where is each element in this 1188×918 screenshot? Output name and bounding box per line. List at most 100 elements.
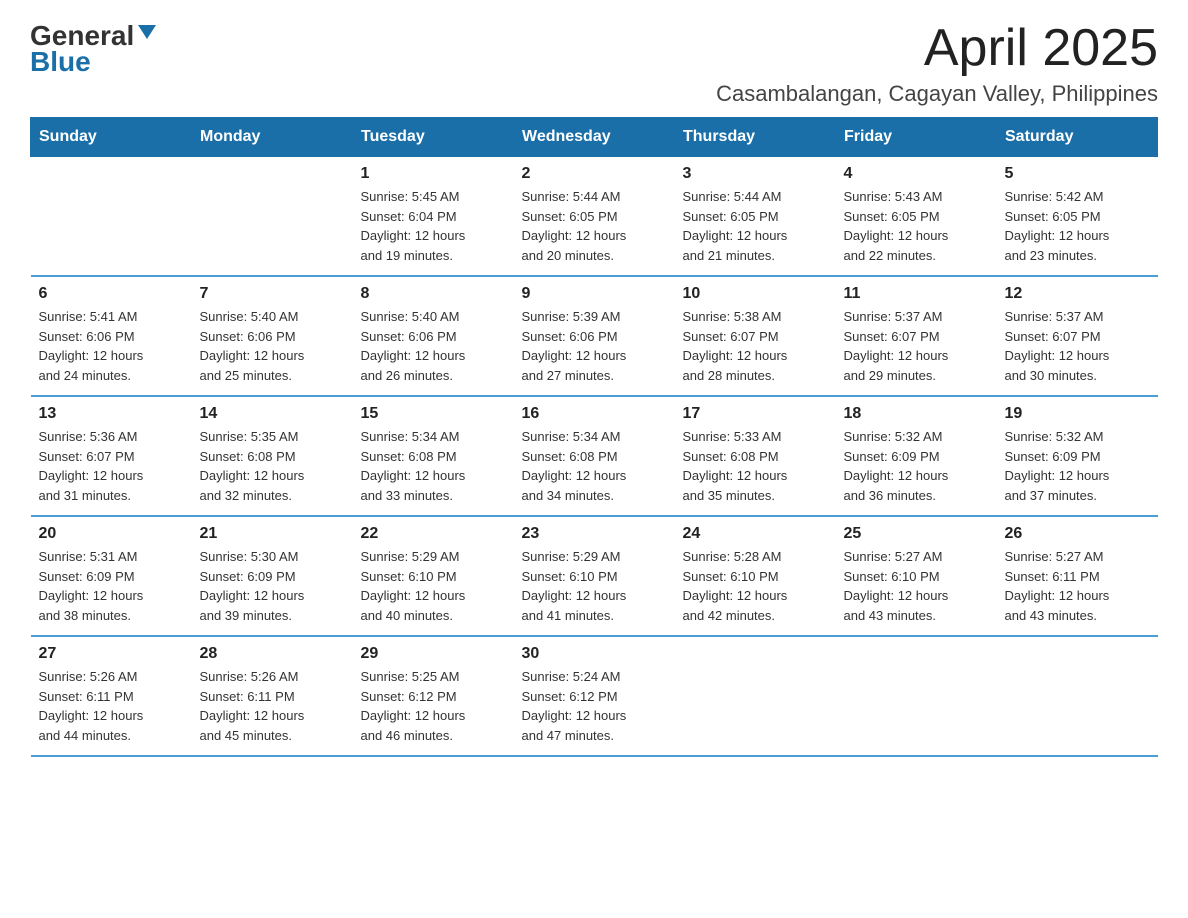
day-number: 6 [39,285,184,303]
day-info: Sunrise: 5:29 AM Sunset: 6:10 PM Dayligh… [361,547,506,625]
weekday-header-saturday: Saturday [997,118,1158,157]
calendar-cell: 27 Sunrise: 5:26 AM Sunset: 6:11 PM Dayli… [31,636,192,756]
calendar-cell: 20Sunrise: 5:31 AM Sunset: 6:09 PM Dayli… [31,516,192,636]
day-info: Sunrise: 5:32 AM Sunset: 6:09 PM Dayligh… [1005,427,1150,505]
day-info: Sunrise: 5:44 AM Sunset: 6:05 PM Dayligh… [522,187,667,265]
day-info: Sunrise: 5:44 AM Sunset: 6:05 PM Dayligh… [683,187,828,265]
calendar-cell: 30 Sunrise: 5:24 AM Sunset: 6:12 PM Dayli… [514,636,675,756]
day-info: Sunrise: 5:40 AM Sunset: 6:06 PM Dayligh… [361,307,506,385]
day-number: 30 [522,645,667,663]
calendar-week-row: 27 Sunrise: 5:26 AM Sunset: 6:11 PM Dayli… [31,636,1158,756]
day-info: Sunrise: 5:25 AM Sunset: 6:12 PM Dayligh… [361,667,506,745]
logo-blue-text: Blue [30,46,91,78]
calendar-cell: 14Sunrise: 5:35 AM Sunset: 6:08 PM Dayli… [192,396,353,516]
calendar-cell: 16 Sunrise: 5:34 AM Sunset: 6:08 PM Dayli… [514,396,675,516]
calendar-cell: 6 Sunrise: 5:41 AM Sunset: 6:06 PM Daylig… [31,276,192,396]
calendar-cell: 4 Sunrise: 5:43 AM Sunset: 6:05 PM Daylig… [836,157,997,277]
day-number: 21 [200,525,345,543]
day-number: 3 [683,165,828,183]
day-number: 4 [844,165,989,183]
calendar-cell: 22 Sunrise: 5:29 AM Sunset: 6:10 PM Dayli… [353,516,514,636]
calendar-cell: 13Sunrise: 5:36 AM Sunset: 6:07 PM Dayli… [31,396,192,516]
day-info: Sunrise: 5:34 AM Sunset: 6:08 PM Dayligh… [522,427,667,505]
day-number: 15 [361,405,506,423]
day-number: 10 [683,285,828,303]
calendar-cell: 15 Sunrise: 5:34 AM Sunset: 6:08 PM Dayli… [353,396,514,516]
calendar-cell [675,636,836,756]
calendar-cell [836,636,997,756]
logo: General Blue [30,20,158,78]
calendar-cell [31,157,192,277]
day-number: 8 [361,285,506,303]
day-number: 20 [39,525,184,543]
calendar-cell: 26Sunrise: 5:27 AM Sunset: 6:11 PM Dayli… [997,516,1158,636]
day-info: Sunrise: 5:26 AM Sunset: 6:11 PM Dayligh… [200,667,345,745]
day-number: 25 [844,525,989,543]
day-info: Sunrise: 5:41 AM Sunset: 6:06 PM Dayligh… [39,307,184,385]
day-number: 18 [844,405,989,423]
day-number: 9 [522,285,667,303]
weekday-header-monday: Monday [192,118,353,157]
day-info: Sunrise: 5:37 AM Sunset: 6:07 PM Dayligh… [844,307,989,385]
day-number: 28 [200,645,345,663]
weekday-header-friday: Friday [836,118,997,157]
calendar-week-row: 20Sunrise: 5:31 AM Sunset: 6:09 PM Dayli… [31,516,1158,636]
calendar-cell: 8 Sunrise: 5:40 AM Sunset: 6:06 PM Daylig… [353,276,514,396]
calendar-cell: 23Sunrise: 5:29 AM Sunset: 6:10 PM Dayli… [514,516,675,636]
day-info: Sunrise: 5:45 AM Sunset: 6:04 PM Dayligh… [361,187,506,265]
day-number: 14 [200,405,345,423]
day-info: Sunrise: 5:38 AM Sunset: 6:07 PM Dayligh… [683,307,828,385]
weekday-header-row: SundayMondayTuesdayWednesdayThursdayFrid… [31,118,1158,157]
day-info: Sunrise: 5:43 AM Sunset: 6:05 PM Dayligh… [844,187,989,265]
calendar-table: SundayMondayTuesdayWednesdayThursdayFrid… [30,117,1158,757]
day-info: Sunrise: 5:40 AM Sunset: 6:06 PM Dayligh… [200,307,345,385]
calendar-cell: 2Sunrise: 5:44 AM Sunset: 6:05 PM Daylig… [514,157,675,277]
logo-arrow-icon [136,21,158,48]
calendar-cell: 5 Sunrise: 5:42 AM Sunset: 6:05 PM Daylig… [997,157,1158,277]
calendar-cell: 21 Sunrise: 5:30 AM Sunset: 6:09 PM Dayli… [192,516,353,636]
calendar-cell: 25 Sunrise: 5:27 AM Sunset: 6:10 PM Dayli… [836,516,997,636]
day-number: 5 [1005,165,1150,183]
day-number: 13 [39,405,184,423]
day-info: Sunrise: 5:28 AM Sunset: 6:10 PM Dayligh… [683,547,828,625]
day-number: 27 [39,645,184,663]
calendar-cell [192,157,353,277]
day-number: 24 [683,525,828,543]
day-info: Sunrise: 5:42 AM Sunset: 6:05 PM Dayligh… [1005,187,1150,265]
weekday-header-thursday: Thursday [675,118,836,157]
day-info: Sunrise: 5:34 AM Sunset: 6:08 PM Dayligh… [361,427,506,505]
day-number: 26 [1005,525,1150,543]
weekday-header-sunday: Sunday [31,118,192,157]
calendar-cell: 19 Sunrise: 5:32 AM Sunset: 6:09 PM Dayli… [997,396,1158,516]
calendar-cell: 11 Sunrise: 5:37 AM Sunset: 6:07 PM Dayli… [836,276,997,396]
month-title: April 2025 [716,20,1158,77]
calendar-cell: 18 Sunrise: 5:32 AM Sunset: 6:09 PM Dayli… [836,396,997,516]
day-number: 29 [361,645,506,663]
day-number: 17 [683,405,828,423]
calendar-cell: 3 Sunrise: 5:44 AM Sunset: 6:05 PM Daylig… [675,157,836,277]
location-subtitle: Casambalangan, Cagayan Valley, Philippin… [716,81,1158,107]
day-info: Sunrise: 5:37 AM Sunset: 6:07 PM Dayligh… [1005,307,1150,385]
day-number: 1 [361,165,506,183]
weekday-header-tuesday: Tuesday [353,118,514,157]
day-number: 11 [844,285,989,303]
calendar-cell: 1 Sunrise: 5:45 AM Sunset: 6:04 PM Daylig… [353,157,514,277]
calendar-week-row: 13Sunrise: 5:36 AM Sunset: 6:07 PM Dayli… [31,396,1158,516]
day-number: 16 [522,405,667,423]
calendar-cell: 7Sunrise: 5:40 AM Sunset: 6:06 PM Daylig… [192,276,353,396]
day-info: Sunrise: 5:33 AM Sunset: 6:08 PM Dayligh… [683,427,828,505]
calendar-cell: 28 Sunrise: 5:26 AM Sunset: 6:11 PM Dayli… [192,636,353,756]
day-info: Sunrise: 5:26 AM Sunset: 6:11 PM Dayligh… [39,667,184,745]
day-info: Sunrise: 5:39 AM Sunset: 6:06 PM Dayligh… [522,307,667,385]
day-info: Sunrise: 5:32 AM Sunset: 6:09 PM Dayligh… [844,427,989,505]
day-number: 23 [522,525,667,543]
title-area: April 2025 Casambalangan, Cagayan Valley… [716,20,1158,107]
day-number: 12 [1005,285,1150,303]
page-header: General Blue April 2025 Casambalangan, C… [30,20,1158,107]
day-number: 22 [361,525,506,543]
day-info: Sunrise: 5:24 AM Sunset: 6:12 PM Dayligh… [522,667,667,745]
day-info: Sunrise: 5:27 AM Sunset: 6:10 PM Dayligh… [844,547,989,625]
day-number: 19 [1005,405,1150,423]
calendar-week-row: 1 Sunrise: 5:45 AM Sunset: 6:04 PM Daylig… [31,157,1158,277]
day-info: Sunrise: 5:30 AM Sunset: 6:09 PM Dayligh… [200,547,345,625]
